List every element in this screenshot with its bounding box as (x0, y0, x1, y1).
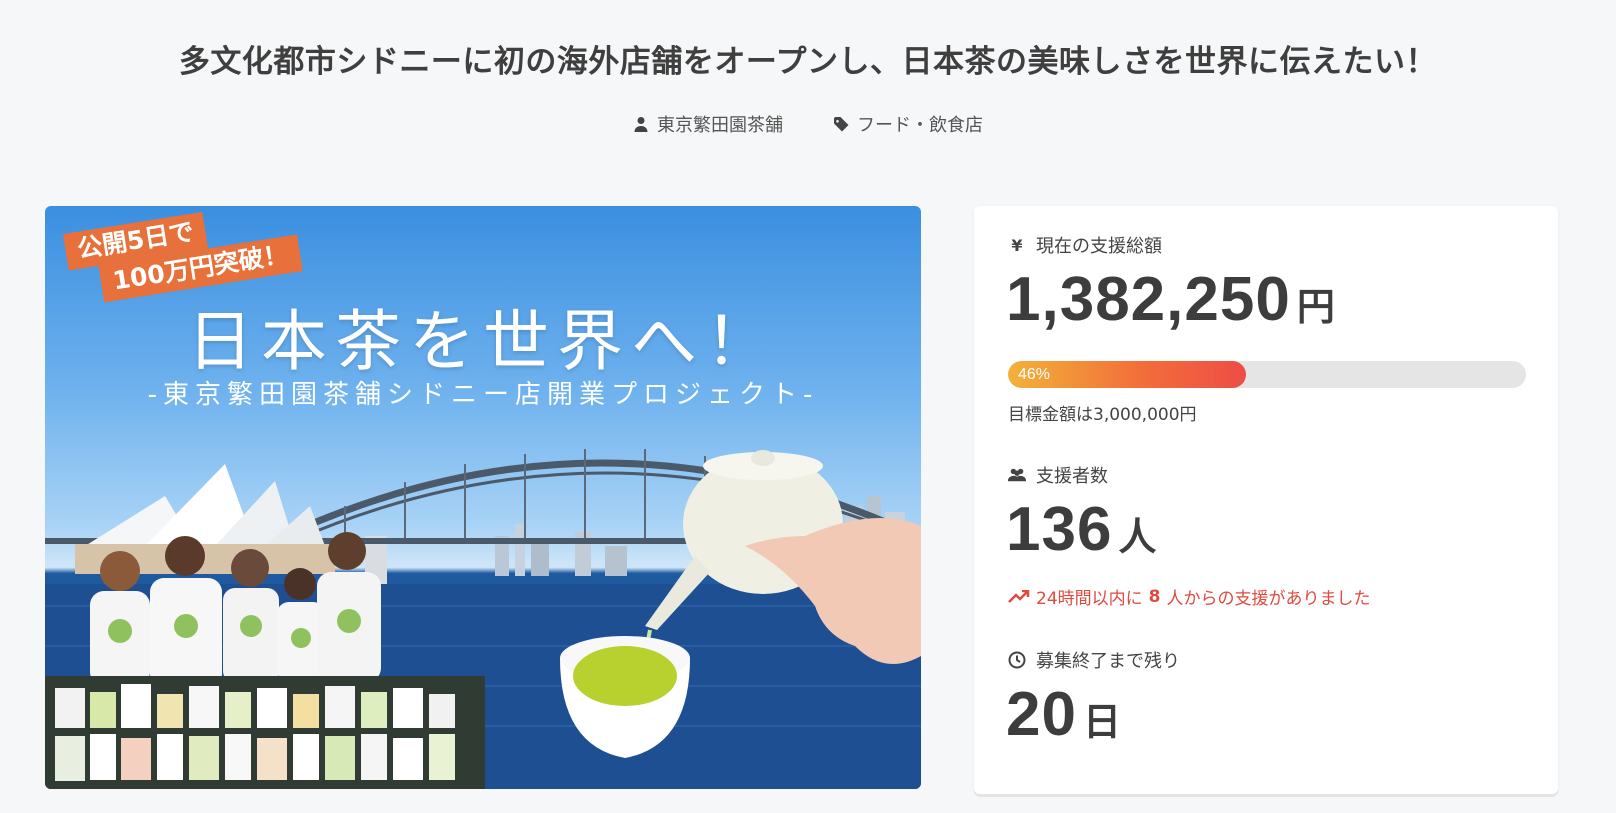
progress-fill: 46% (1008, 361, 1247, 388)
amount-label-row: ¥ 現在の支援総額 (1008, 232, 1162, 258)
remaining-label-row: 募集終了まで残り (1008, 647, 1180, 673)
amount-number: 1,382,250 (1006, 265, 1291, 334)
recent-suffix: 人からの支援がありました (1166, 589, 1371, 609)
remaining-number: 20 (1006, 680, 1077, 749)
remaining-value: 20 日 (1006, 679, 1121, 750)
clock-icon (1008, 651, 1026, 669)
project-meta: 東京繁田園茶舗 フード・飲食店 (0, 111, 1616, 137)
owner-link[interactable]: 東京繁田園茶舗 (633, 111, 783, 137)
user-icon (634, 117, 648, 132)
remaining-unit: 日 (1082, 702, 1121, 744)
hero-headline: 日本茶を世界へ！ (187, 303, 779, 380)
supporters-value: 136 人 (1006, 494, 1156, 565)
owner-name: 東京繁田園茶舗 (657, 115, 783, 136)
users-icon (1008, 468, 1026, 482)
funding-progress-bar: 46% (1008, 361, 1526, 388)
recent-support-notice: 24時間以内に 8 人からの支援がありました (1008, 584, 1370, 609)
amount-unit: 円 (1296, 287, 1335, 329)
supporters-label: 支援者数 (1036, 466, 1108, 487)
category-name: フード・飲食店 (857, 115, 983, 136)
recent-count: 8 (1148, 586, 1161, 607)
recent-prefix: 24時間以内に (1036, 589, 1143, 609)
yen-icon: ¥ (1011, 235, 1023, 255)
category-link[interactable]: フード・飲食店 (833, 111, 983, 137)
supporters-label-row: 支援者数 (1008, 462, 1108, 488)
amount-value: 1,382,250 円 (1006, 264, 1335, 335)
supporters-unit: 人 (1118, 517, 1157, 559)
trending-up-icon (1008, 589, 1030, 603)
goal-amount: 目標金額は3,000,000円 (1008, 405, 1197, 425)
funding-stats-card: ¥ 現在の支援総額 1,382,250 円 46% 目標金額は3,000,000… (974, 206, 1558, 794)
remaining-label: 募集終了まで残り (1036, 651, 1180, 672)
page-title: 多文化都市シドニーに初の海外店舗をオープンし、日本茶の美味しさを世界に伝えたい！ (178, 44, 1438, 80)
hero-image: 公開5日で 100万円突破！ 日本茶を世界へ！ -東京繁田園茶舗シドニー店開業プ… (45, 206, 921, 789)
supporters-number: 136 (1006, 495, 1113, 564)
tag-icon (834, 117, 849, 132)
hero-subheadline: -東京繁田園茶舗シドニー店開業プロジェクト- (147, 380, 819, 410)
amount-label: 現在の支援総額 (1036, 236, 1162, 257)
